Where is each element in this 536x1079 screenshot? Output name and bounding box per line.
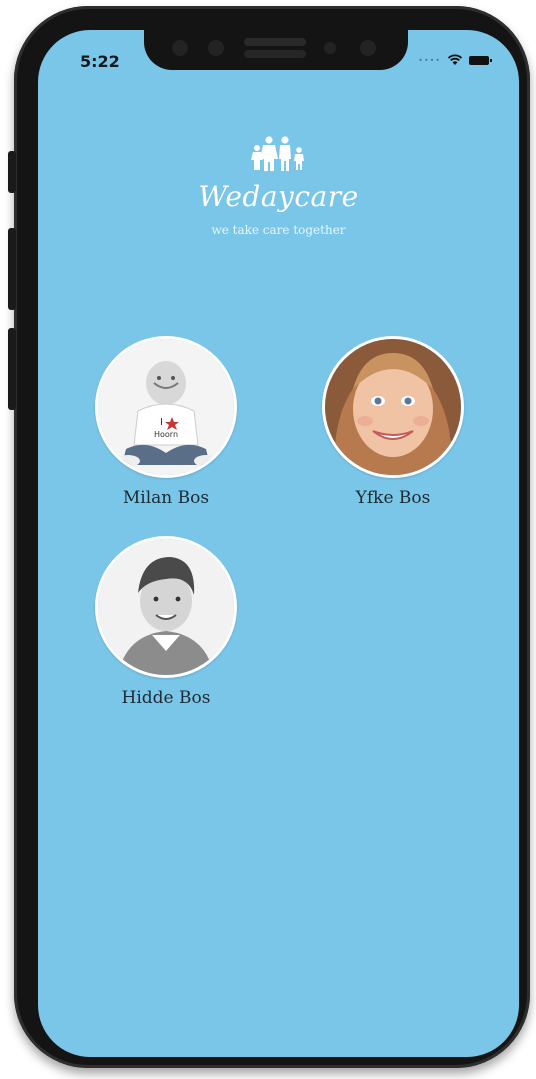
boy-photo (98, 539, 234, 675)
baby-photo: I Hoorn (98, 339, 234, 475)
svg-text:I: I (160, 417, 163, 428)
wifi-icon (447, 54, 463, 65)
child-avatar[interactable]: I Hoorn (95, 336, 237, 478)
brand-tagline: we take care together (211, 223, 346, 237)
child-card-milan[interactable]: I Hoorn Milan Bos (66, 336, 266, 508)
child-name[interactable]: Yfke Bos (293, 488, 493, 508)
child-avatar[interactable] (95, 536, 237, 678)
camera-icon (172, 40, 188, 56)
child-card-yfke[interactable]: Yfke Bos (293, 336, 493, 508)
front-camera-icon (360, 40, 376, 56)
app-screen: 5:22 •••• Wedaycare we take care togethe… (38, 30, 519, 1057)
brand-name: Wedaycare (198, 180, 359, 213)
child-name[interactable]: Hidde Bos (66, 688, 266, 708)
sensor-icon (208, 40, 224, 56)
status-icons: •••• (418, 54, 492, 66)
speaker-icon (244, 38, 306, 46)
svg-text:Hoorn: Hoorn (154, 430, 178, 439)
child-card-hidde[interactable]: Hidde Bos (66, 536, 266, 708)
mute-switch (8, 151, 16, 193)
app-logo: Wedaycare we take care together (38, 134, 519, 237)
child-avatar[interactable] (322, 336, 464, 478)
girl-photo (325, 339, 461, 475)
volume-up-button (8, 228, 16, 310)
signal-dots-icon: •••• (418, 55, 441, 65)
child-name[interactable]: Milan Bos (66, 488, 266, 508)
notch (144, 30, 408, 70)
status-time: 5:22 (80, 52, 120, 71)
battery-icon (469, 55, 492, 65)
family-icon (250, 136, 304, 171)
volume-down-button (8, 328, 16, 410)
proximity-sensor-icon (324, 42, 336, 54)
speaker-grille (244, 50, 306, 58)
